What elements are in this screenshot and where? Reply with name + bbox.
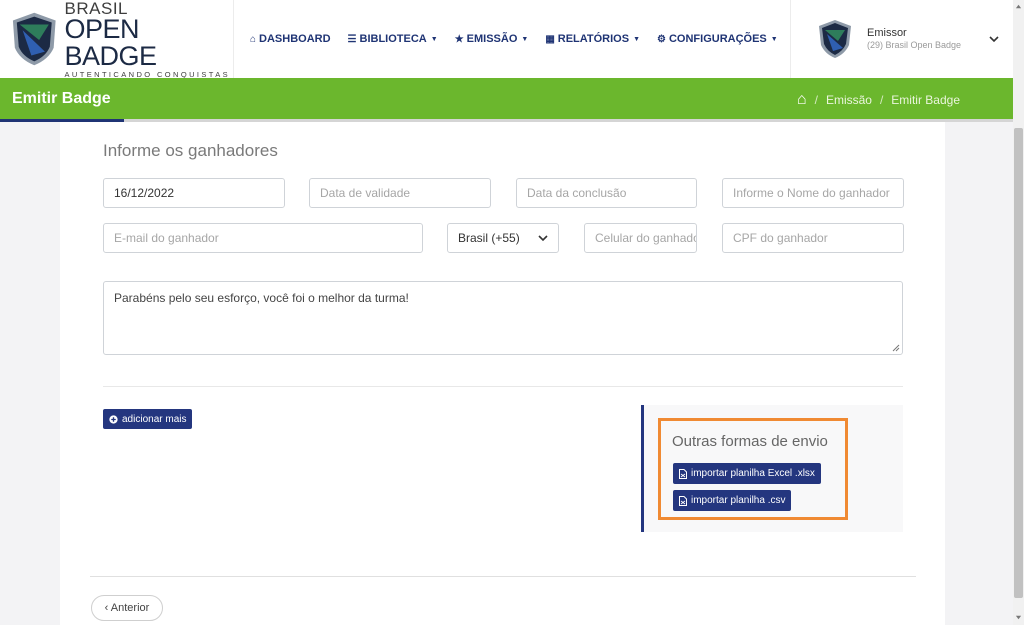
user-menu[interactable]: Emissor (29) Brasil Open Badge [790, 0, 1013, 78]
add-more-label: adicionar mais [122, 413, 187, 425]
chevron-down-icon [538, 235, 548, 242]
nav-biblioteca-label: BIBLIOTECA [359, 33, 427, 45]
validity-date-field[interactable]: Data de validade [309, 178, 491, 208]
add-more-button[interactable]: adicionar mais [103, 409, 193, 429]
caret-down-icon: ▼ [633, 35, 641, 43]
database-icon: ☰ [347, 33, 357, 45]
breadcrumb-emissao[interactable]: Emissão [826, 93, 872, 107]
home-icon[interactable]: ⌂ [797, 91, 807, 109]
nav-configuracoes[interactable]: ⚙ CONFIGURAÇÕES ▼ [657, 33, 778, 45]
trophy-icon: ★ [454, 33, 464, 45]
import-csv-label: importar planilha .csv [691, 495, 786, 506]
resize-handle-icon[interactable] [892, 344, 900, 352]
message-textarea[interactable]: Parabéns pelo seu esforço, você foi o me… [103, 281, 903, 355]
footer-divider [90, 576, 916, 577]
country-code-value: Brasil (+55) [458, 231, 520, 245]
page-title: Emitir Badge [12, 90, 111, 107]
scroll-up-icon[interactable] [1015, 3, 1022, 10]
chevron-down-icon[interactable] [989, 34, 999, 44]
country-code-select[interactable]: Brasil (+55) [447, 223, 559, 253]
top-navbar: BRASIL OPEN BADGE AUTENTICANDO CONQUISTA… [0, 0, 1013, 79]
winner-name-input[interactable]: Informe o Nome do ganhador [722, 178, 904, 208]
nav-relatorios-label: RELATÓRIOS [557, 33, 630, 45]
winner-phone-input[interactable]: Celular do ganhador [584, 223, 697, 253]
nav-emissao-label: EMISSÃO [466, 33, 518, 45]
gears-icon: ⚙ [657, 33, 666, 45]
other-methods-title: Outras formas de envio [672, 433, 828, 450]
message-text: Parabéns pelo seu esforço, você foi o me… [114, 291, 409, 305]
book-icon: ▦ [545, 33, 555, 45]
completion-date-field[interactable]: Data da conclusão [516, 178, 697, 208]
user-role: Emissor [867, 27, 907, 39]
nav-dashboard[interactable]: ⌂ DASHBOARD [250, 33, 331, 45]
caret-down-icon: ▼ [430, 35, 438, 43]
brand-line2: OPEN BADGE [64, 13, 158, 71]
form-divider [103, 386, 903, 387]
plus-circle-icon [109, 414, 118, 424]
main-nav: ⌂ DASHBOARD ☰ BIBLIOTECA ▼ ★ EMISSÃO ▼ ▦… [250, 33, 778, 45]
caret-down-icon: ▼ [521, 35, 529, 43]
file-icon [679, 495, 687, 506]
winner-email-input[interactable]: E-mail do ganhador [103, 223, 423, 253]
shield-logo-icon [12, 12, 56, 66]
nav-configuracoes-label: CONFIGURAÇÕES [668, 33, 767, 45]
section-title: Informe os ganhadores [103, 141, 278, 160]
import-csv-button[interactable]: importar planilha .csv [673, 490, 792, 511]
home-icon: ⌂ [250, 33, 257, 45]
import-excel-label: importar planilha Excel .xlsx [691, 468, 815, 479]
nav-biblioteca[interactable]: ☰ BIBLIOTECA ▼ [348, 33, 438, 45]
issue-date-field[interactable]: 16/12/2022 [103, 178, 285, 208]
scroll-down-icon[interactable] [1015, 614, 1022, 621]
nav-emissao[interactable]: ★ EMISSÃO ▼ [455, 33, 529, 45]
nav-dashboard-label: DASHBOARD [259, 33, 331, 45]
avatar [819, 20, 851, 58]
user-org: (29) Brasil Open Badge [867, 40, 962, 51]
file-icon [679, 468, 687, 479]
brand-logo[interactable]: BRASIL OPEN BADGE AUTENTICANDO CONQUISTA… [0, 0, 234, 78]
previous-button[interactable]: ‹ Anterior [91, 595, 163, 621]
breadcrumb-emitir-badge: Emitir Badge [891, 93, 960, 107]
caret-down-icon: ▼ [770, 35, 778, 43]
winner-cpf-input[interactable]: CPF do ganhador [722, 223, 904, 253]
import-excel-button[interactable]: importar planilha Excel .xlsx [673, 463, 821, 484]
scrollbar-thumb[interactable] [1014, 128, 1023, 598]
nav-relatorios[interactable]: ▦ RELATÓRIOS ▼ [545, 33, 640, 45]
breadcrumb: ⌂ / Emissão / Emitir Badge [796, 91, 960, 109]
